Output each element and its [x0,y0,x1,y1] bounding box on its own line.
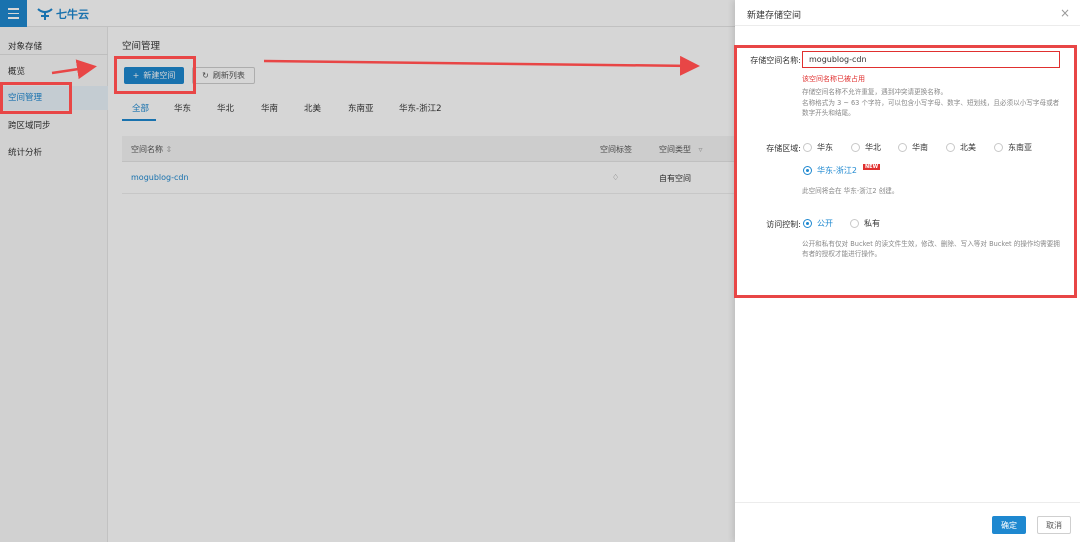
cancel-button[interactable]: 取消 [1037,516,1071,534]
annotation-highlight-sidebar [0,82,72,114]
drawer-title: 新建存储空间 [747,11,802,21]
confirm-button[interactable]: 确定 [992,516,1026,534]
drawer-header: 新建存储空间 × [735,0,1080,26]
close-icon[interactable]: × [1060,6,1070,20]
annotation-highlight-new-button [114,56,196,94]
modal-overlay[interactable] [0,0,735,542]
drawer-footer: 确定 取消 [735,502,1080,542]
annotation-highlight-form [734,45,1077,298]
